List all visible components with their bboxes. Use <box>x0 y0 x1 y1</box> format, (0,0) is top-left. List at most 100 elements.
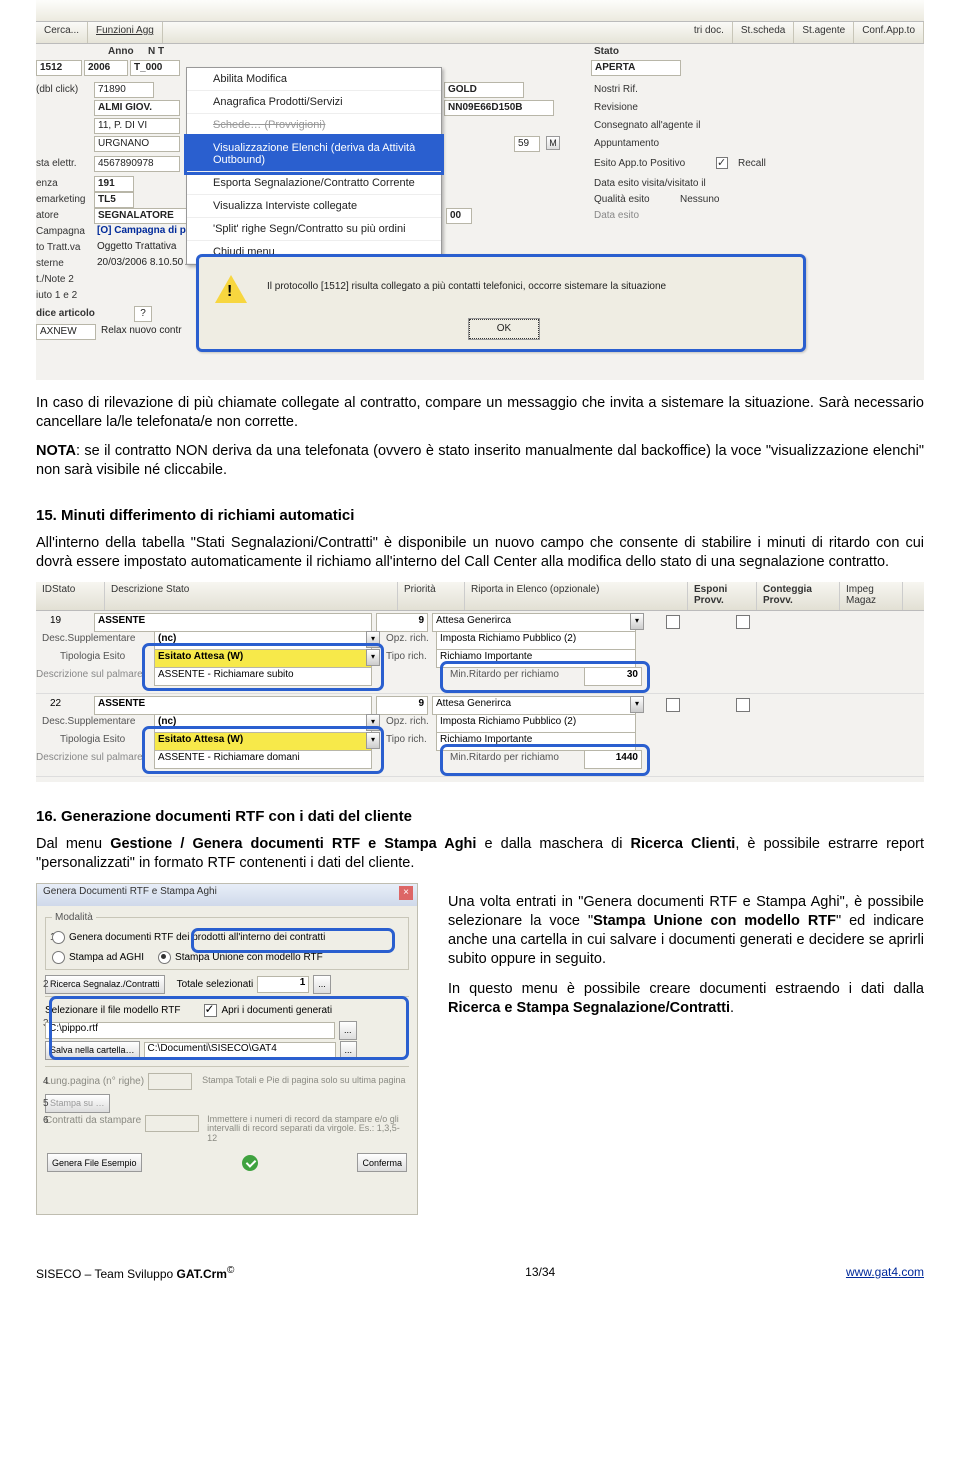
lbl-nostri-rif: Nostri Rif. <box>594 84 638 95</box>
para-1: In caso di rilevazione di più chiamate c… <box>36 394 924 432</box>
tab-confappto[interactable]: Conf.App.to <box>854 22 924 43</box>
lbl-totratt: to Tratt.va <box>36 242 80 253</box>
funzioni-menu: Abilita Modifica Anagrafica Prodotti/Ser… <box>186 67 442 265</box>
menu-esporta[interactable]: Esporta Segnalazione/Contratto Corrente <box>187 172 441 195</box>
radio-unione[interactable] <box>158 951 171 964</box>
val-totale: 1 <box>257 976 309 993</box>
table-row: 22 ASSENTE 9 Attesa Generirca ▾ Desc.Sup… <box>36 694 924 777</box>
th-idstato: IDStato <box>36 582 105 610</box>
btn-ricerca[interactable]: Ricerca Segnalaz./Contratti <box>45 975 165 994</box>
lbl-dataesito2: Data esito <box>594 210 639 221</box>
tab-funzioni[interactable]: Funzioni Agg <box>88 22 163 43</box>
menu-provvigioni: Schede… (Provvigioni) <box>187 114 441 137</box>
chk-conteggia[interactable] <box>736 615 750 629</box>
cell-prio[interactable]: 9 <box>376 613 428 632</box>
cell-id: 22 <box>50 698 61 709</box>
ok-icon <box>242 1155 258 1171</box>
side-para-1: Una volta entrati in "Genera documenti R… <box>448 893 924 970</box>
cell-nt: T_000 <box>130 60 180 76</box>
cell-anno: 2006 <box>84 60 128 76</box>
lbl-tipologia: Tipologia Esito <box>60 734 125 745</box>
para-2: NOTA: se il contratto NON deriva da una … <box>36 442 924 480</box>
th-esponi: Esponi Provv. <box>688 582 757 610</box>
btn-dots-3[interactable]: ... <box>340 1041 358 1060</box>
dropdown-icon[interactable]: ▾ <box>630 613 644 630</box>
val-relax: Relax nuovo contr <box>98 324 208 340</box>
inp-model-path[interactable]: C:\pippo.rtf <box>45 1022 335 1039</box>
lbl-tiporich: Tipo rich. <box>386 734 427 745</box>
val-tl5: TL5 <box>94 192 134 208</box>
chk-esponi[interactable] <box>666 698 680 712</box>
ok-button[interactable]: OK <box>469 319 539 339</box>
col-nt: N T <box>148 46 164 57</box>
btn-m[interactable]: M <box>546 136 560 150</box>
genera-rtf-dialog: Genera Documenti RTF e Stampa Aghi × Mod… <box>36 883 418 1215</box>
lbl-aghi: Stampa ad AGHI <box>69 952 144 963</box>
highlight-box-min <box>440 744 650 776</box>
lbl-consegnato: Consegnato all'agente il <box>594 120 700 131</box>
help-button[interactable]: ? <box>134 306 152 322</box>
lbl-sta: sta elettr. <box>36 158 77 169</box>
menu-abilita[interactable]: Abilita Modifica <box>187 68 441 91</box>
highlight-box-tipologia <box>142 726 384 774</box>
cell-desc[interactable]: ASSENTE <box>94 696 372 715</box>
inp-folder-path[interactable]: C:\Documenti\SISECO\GAT4 <box>144 1042 336 1059</box>
lbl-tiporich: Tipo rich. <box>386 651 427 662</box>
col-anno: Anno <box>108 46 134 57</box>
footer-link[interactable]: www.gat4.com <box>846 1265 924 1281</box>
para-4: Dal menu Gestione / Genera documenti RTF… <box>36 835 924 873</box>
chk-apri-doc[interactable] <box>204 1004 217 1017</box>
menu-split[interactable]: 'Split' righe Segn/Contratto su più ordi… <box>187 218 441 241</box>
btn-dots-2[interactable]: ... <box>339 1021 357 1040</box>
val-11: 11, P. DI VI <box>94 118 180 134</box>
val-nessuno: Nessuno <box>680 194 719 205</box>
chk-conteggia[interactable] <box>736 698 750 712</box>
chk-esponi[interactable] <box>666 615 680 629</box>
menu-anagrafica[interactable]: Anagrafica Prodotti/Servizi <box>187 91 441 114</box>
lbl-palmare: Descrizione sul palmare <box>36 752 143 763</box>
menu-interviste[interactable]: Visualizza Interviste collegate <box>187 195 441 218</box>
cell-stato: APERTA <box>591 60 681 76</box>
menu-visualizzazione-elenchi[interactable]: Visualizzazione Elenchi (deriva da Attiv… <box>187 137 441 172</box>
cell-opz[interactable]: Imposta Richiamo Pubblico (2) <box>436 714 636 733</box>
tab-stagente[interactable]: St.agente <box>794 22 854 43</box>
dropdown-icon[interactable]: ▾ <box>630 696 644 713</box>
tab-search[interactable]: Cerca... <box>36 22 88 43</box>
val-axnew: AXNEW <box>36 324 96 340</box>
lbl-dataesito: Data esito visita/visitato il <box>594 178 706 189</box>
val-59: 59 <box>514 136 540 152</box>
lbl-totale: Totale selezionati <box>177 979 254 990</box>
lbl-genera-rtf: Genera documenti RTF dei prodotti all'in… <box>69 932 325 943</box>
para-3: All'interno della tabella "Stati Segnala… <box>36 534 924 572</box>
cell-prio[interactable]: 9 <box>376 696 428 715</box>
lbl-iuto: iuto 1 e 2 <box>36 290 77 301</box>
btn-salva-cartella[interactable]: Salva nella cartella… <box>45 1041 140 1060</box>
cell-opz[interactable]: Imposta Richiamo Pubblico (2) <box>436 631 636 650</box>
tab-tridoc[interactable]: tri doc. <box>686 22 733 43</box>
chk-positivo[interactable] <box>716 157 728 169</box>
lbl-descsupp: Desc.Supplementare <box>42 716 135 727</box>
btn-conferma[interactable]: Conferma <box>357 1153 407 1172</box>
lbl-dblclick: (dbl click) <box>36 84 78 95</box>
page-number: 13/34 <box>525 1265 555 1281</box>
highlight-box-min <box>440 661 650 693</box>
cell-desc[interactable]: ASSENTE <box>94 613 372 632</box>
lbl-palmare: Descrizione sul palmare <box>36 669 143 680</box>
lbl-emarketing: emarketing <box>36 194 85 205</box>
cell-elenco[interactable]: Attesa Generirca <box>432 696 636 715</box>
radio-genera-rtf[interactable] <box>52 931 65 944</box>
btn-dots-1[interactable]: ... <box>313 975 331 994</box>
side-para-2: In questo menu è possibile creare docume… <box>448 980 924 1018</box>
dialog-title: Genera Documenti RTF e Stampa Aghi × <box>37 884 417 906</box>
inp-lung <box>148 1073 192 1090</box>
cell-elenco[interactable]: Attesa Generirca <box>432 613 636 632</box>
radio-aghi[interactable] <box>52 951 65 964</box>
btn-genera-esempio[interactable]: Genera File Esempio <box>47 1153 142 1172</box>
th-elenco: Riporta in Elenco (opzionale) <box>465 582 688 610</box>
close-icon[interactable]: × <box>399 886 413 900</box>
tab-stscheda[interactable]: St.scheda <box>733 22 794 43</box>
lbl-opz: Opz. rich. <box>386 716 429 727</box>
val-segnalatore[interactable]: SEGNALATORE <box>94 208 200 224</box>
val-dbl: 71890 <box>94 82 154 98</box>
lbl-contratti: Contratti da stampare <box>45 1115 141 1126</box>
